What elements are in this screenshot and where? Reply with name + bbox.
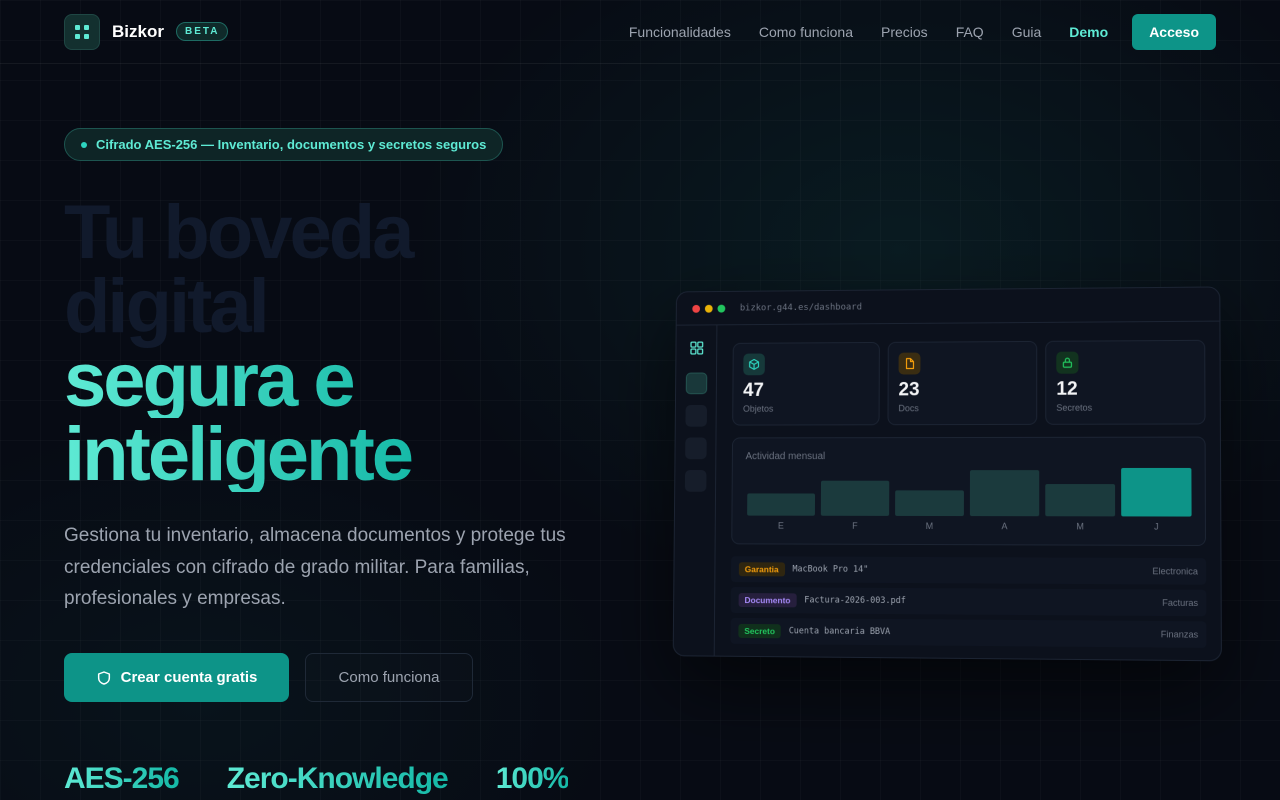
cube-icon [743,354,765,376]
chart-canvas: EFMAMJ [732,438,1207,547]
chart-tick-label-5: J [1154,522,1159,532]
nav-link-demo[interactable]: Demo [1069,24,1108,40]
stat-card-label: Objetos [743,403,869,413]
dashboard-preview: bizkor.g44.es/dashboard 47 Objetos 23 Do… [670,288,1218,658]
row-category: Facturas [1162,598,1198,608]
stat-card-label: Docs [898,403,1026,413]
grid-logo-icon [73,23,91,41]
sidebar-item[interactable] [685,437,707,459]
chart-bar-1 [821,481,889,516]
window-maximize-dot-icon [717,304,725,312]
list-item[interactable]: Documento Factura-2026-003.pdf Facturas [731,587,1207,616]
stat-card-secretos: 12 Secretos [1045,340,1205,425]
status-dot-icon [81,142,87,148]
stat-aes: AES-256 [64,762,179,796]
nav-link-precios[interactable]: Precios [881,24,928,40]
chart-tick-label-1: F [852,521,858,531]
sidebar-item[interactable] [685,470,707,492]
sidebar-item[interactable] [685,405,707,427]
chart-bar-0 [747,493,815,515]
create-account-button[interactable]: Crear cuenta gratis [64,653,289,702]
top-navbar: Bizkor BETA Funcionalidades Como funcion… [0,0,1280,64]
hero-subtitle: Gestiona tu inventario, almacena documen… [64,520,594,615]
stat-card-label: Secretos [1056,402,1194,412]
row-name: Factura-2026-003.pdf [804,595,906,606]
nav-links: Funcionalidades Como funciona Precios FA… [601,14,1216,50]
row-category: Finanzas [1161,629,1198,639]
logo[interactable] [64,14,100,50]
hero-title-line-2: digital [64,270,664,344]
access-button[interactable]: Acceso [1132,14,1216,50]
row-name: MacBook Pro 14" [792,564,868,574]
nav-link-como-funciona[interactable]: Como funciona [759,24,853,40]
beta-badge: BETA [176,22,228,41]
hero-title-line-1: Tu boveda [64,196,664,270]
row-tag: Secreto [738,624,781,638]
brand-name[interactable]: Bizkor [112,22,164,42]
grid-icon [690,341,704,355]
chart-bar-3 [970,470,1039,516]
lock-icon [1056,352,1078,374]
stat-card-value: 23 [898,379,1026,401]
dashboard-url: bizkor.g44.es/dashboard [740,302,862,313]
sidebar-item-active[interactable] [686,373,708,395]
hero-stats: AES-256 Zero-Knowledge 100% [64,762,616,796]
nav-link-funcionalidades[interactable]: Funcionalidades [629,24,731,40]
chart-bar-5 [1121,468,1191,517]
chart-tick-label-2: M [926,521,934,531]
encryption-pill: Cifrado AES-256 — Inventario, documentos… [64,128,503,161]
chart-tick-label-3: A [1001,521,1007,531]
document-icon [899,353,921,375]
stat-card-docs: 23 Docs [887,341,1037,425]
stat-card-value: 47 [743,380,869,402]
window-titlebar: bizkor.g44.es/dashboard [677,287,1220,325]
dashboard-sidebar [674,325,718,655]
row-tag: Documento [739,593,797,607]
list-item[interactable]: Garantia MacBook Pro 14" Electronica [731,556,1206,584]
nav-link-faq[interactable]: FAQ [956,24,984,40]
chart-bar-2 [895,490,964,516]
window-minimize-dot-icon [705,304,713,312]
window-close-dot-icon [692,304,700,312]
how-it-works-button[interactable]: Como funciona [305,653,473,702]
chart-tick-label-4: M [1076,521,1084,531]
chart-bar-4 [1045,484,1115,516]
hero-title-line-4: inteligente [64,418,664,492]
row-name: Cuenta bancaria BBVA [789,626,890,637]
stat-percent: 100% [496,762,569,796]
monthly-activity-chart: Actividad mensual EFMAMJ [731,437,1206,546]
shield-icon [96,670,112,686]
row-category: Electronica [1152,566,1198,576]
chart-tick-label-0: E [778,521,784,531]
pill-text: Cifrado AES-256 — Inventario, documentos… [96,137,486,152]
list-item[interactable]: Secreto Cuenta bancaria BBVA Finanzas [730,618,1206,648]
hero-title: Tu boveda digital segura e inteligente [64,196,664,492]
create-account-label: Crear cuenta gratis [121,669,258,686]
nav-link-guia[interactable]: Guia [1012,24,1042,40]
row-tag: Garantia [739,562,785,576]
stat-zero-knowledge: Zero-Knowledge [227,762,448,796]
stat-card-objetos: 47 Objetos [732,342,880,426]
dashboard-window: bizkor.g44.es/dashboard 47 Objetos 23 Do… [673,286,1222,661]
hero-title-line-3: segura e [64,344,664,418]
stat-card-value: 12 [1056,378,1194,401]
